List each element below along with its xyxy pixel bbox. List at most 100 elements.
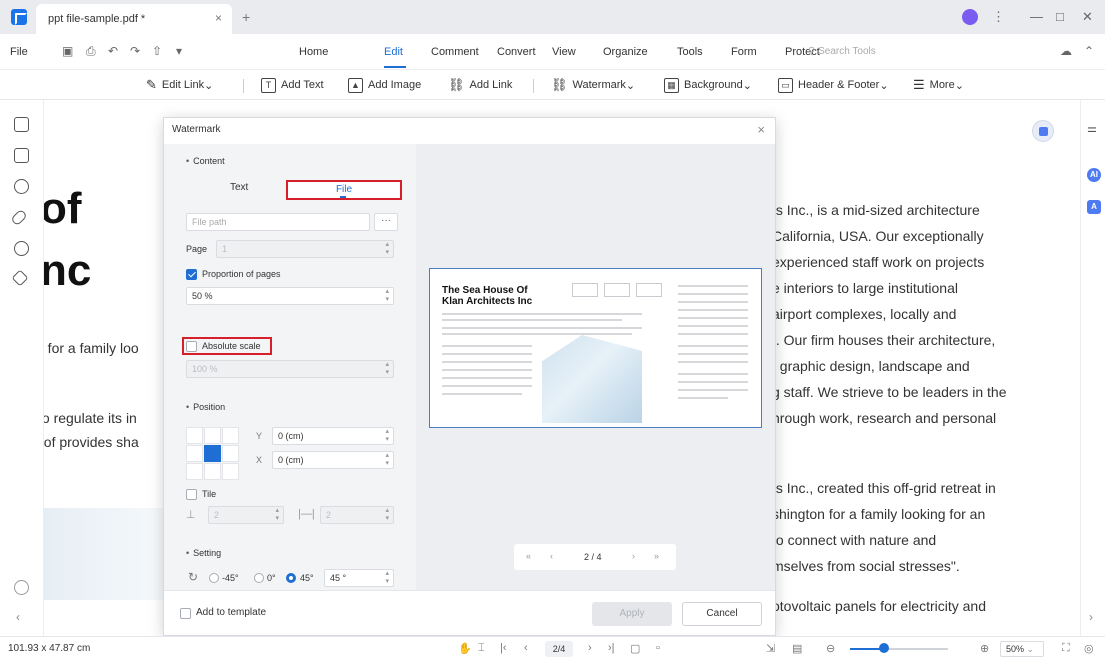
select-tool-icon[interactable]: ⌶ xyxy=(478,642,485,655)
watermark-button[interactable]: ⛓ Watermark ⌄ xyxy=(551,76,635,94)
browse-button[interactable]: ··· xyxy=(374,213,398,231)
rotate-neg45-radio[interactable] xyxy=(209,573,219,583)
hand-tool-icon[interactable]: ✋ xyxy=(458,642,472,655)
menu-view[interactable]: View xyxy=(552,46,576,58)
first-page-icon[interactable]: « xyxy=(526,551,531,561)
apply-button[interactable]: Apply xyxy=(592,602,672,626)
position-grid[interactable] xyxy=(186,427,240,481)
two-page-icon[interactable]: ▫ xyxy=(656,642,660,654)
absolute-scale-checkbox[interactable] xyxy=(186,341,197,352)
last-page-icon[interactable]: » xyxy=(654,551,659,561)
close-window-icon[interactable]: ✕ xyxy=(1082,9,1093,25)
tile-cols-field[interactable]: 2 ▴ ▾ xyxy=(320,506,394,524)
share-icon[interactable]: ⇧ xyxy=(152,44,162,58)
bookmark-icon[interactable] xyxy=(14,148,29,163)
menu-form[interactable]: Form xyxy=(731,46,757,58)
next-page-icon[interactable]: › xyxy=(632,551,635,561)
position-cell-center[interactable] xyxy=(204,445,221,462)
zoom-level-select[interactable]: 50% ⌄ xyxy=(1000,641,1044,657)
stepper-icon[interactable]: ▴ ▾ xyxy=(275,507,279,523)
zoom-slider-handle[interactable] xyxy=(879,643,890,653)
minimize-icon[interactable]: — xyxy=(1030,9,1043,24)
x-offset-field[interactable]: 0 (cm) ▴ ▾ xyxy=(272,451,394,469)
next-page-icon[interactable]: › xyxy=(588,642,592,654)
page-layout-icon[interactable]: ▤ xyxy=(792,642,802,655)
new-tab-icon[interactable]: + xyxy=(242,9,250,25)
edit-link-button[interactable]: ✎ Edit Link ⌄ xyxy=(146,76,213,94)
more-icon[interactable]: ⋮ xyxy=(992,9,1005,25)
stepper-icon[interactable]: ▴ ▾ xyxy=(385,428,389,444)
menu-tools[interactable]: Tools xyxy=(677,46,703,58)
header-footer-button[interactable]: ▭ Header & Footer ⌄ xyxy=(778,76,889,94)
menu-organize[interactable]: Organize xyxy=(603,46,648,58)
dialog-close-icon[interactable]: × xyxy=(757,122,765,137)
first-page-icon[interactable]: |‹ xyxy=(500,642,507,654)
settings-icon[interactable]: ◎ xyxy=(1084,642,1094,655)
tab-close-icon[interactable]: × xyxy=(215,11,222,25)
tile-rows-field[interactable]: 2 ▴ ▾ xyxy=(208,506,284,524)
tile-checkbox[interactable] xyxy=(186,489,197,500)
rotate-45-radio[interactable] xyxy=(286,573,296,583)
tab-file[interactable]: File xyxy=(286,180,402,200)
page-number-field[interactable]: 2/4 xyxy=(545,641,573,657)
proportion-field[interactable]: 50 % ▴ ▾ xyxy=(186,287,394,305)
fullscreen-icon[interactable]: ⛶ xyxy=(1062,642,1070,655)
last-page-icon[interactable]: ›| xyxy=(608,642,615,654)
reading-mode-icon[interactable]: ⇲ xyxy=(766,642,775,655)
menu-home[interactable]: Home xyxy=(299,46,328,58)
prev-page-icon[interactable]: ‹ xyxy=(550,551,553,561)
zoom-out-icon[interactable]: ⊖ xyxy=(826,642,835,655)
file-path-field[interactable]: File path xyxy=(186,213,370,231)
fit-page-icon[interactable]: ▢ xyxy=(630,642,640,655)
add-to-template-checkbox[interactable] xyxy=(180,608,191,619)
stepper-icon[interactable]: ▴ ▾ xyxy=(385,570,389,586)
save-icon[interactable]: ▣ xyxy=(62,44,73,58)
background-button[interactable]: ▦ Background ⌄ xyxy=(664,76,752,94)
add-link-button[interactable]: ⛓ Add Link xyxy=(448,76,512,94)
page-field[interactable]: 1 ▴ ▾ xyxy=(216,240,394,258)
rotation-field[interactable]: 45 ° ▴ ▾ xyxy=(324,569,394,587)
collapse-right-icon[interactable]: › xyxy=(1089,610,1093,624)
add-image-button[interactable]: ▲ Add Image xyxy=(348,76,421,94)
position-cell[interactable] xyxy=(222,427,239,444)
collapse-icon[interactable]: ⌃ xyxy=(1084,44,1094,58)
ai-assistant-icon[interactable]: AI xyxy=(1087,168,1101,182)
prev-page-icon[interactable]: ‹ xyxy=(524,642,528,654)
dropdown-icon[interactable]: ▾ xyxy=(176,44,182,58)
position-cell[interactable] xyxy=(186,445,203,462)
search-panel-icon[interactable] xyxy=(14,241,29,256)
y-offset-field[interactable]: 0 (cm) ▴ ▾ xyxy=(272,427,394,445)
stepper-icon[interactable]: ▴ ▾ xyxy=(385,361,389,377)
search-tools-input[interactable]: ⚲ Search Tools xyxy=(808,46,876,57)
maximize-icon[interactable]: □ xyxy=(1056,9,1064,24)
layers-icon[interactable] xyxy=(11,269,29,287)
position-cell[interactable] xyxy=(186,463,203,480)
cloud-icon[interactable]: ☁ xyxy=(1060,44,1072,58)
zoom-slider-track[interactable] xyxy=(850,648,948,650)
stepper-icon[interactable]: ▴ ▾ xyxy=(385,452,389,468)
proportion-checkbox[interactable] xyxy=(186,269,197,280)
tab-text[interactable]: Text xyxy=(230,182,248,193)
stepper-icon[interactable]: ▴ ▾ xyxy=(385,288,389,304)
comment-icon[interactable] xyxy=(14,179,29,194)
collapse-left-icon[interactable]: ‹ xyxy=(16,610,20,624)
zoom-in-icon[interactable]: ⊕ xyxy=(980,642,989,655)
undo-icon[interactable]: ↶ xyxy=(108,44,118,58)
properties-icon[interactable]: ⚌ xyxy=(1087,122,1097,135)
help-icon[interactable] xyxy=(14,580,29,595)
position-cell[interactable] xyxy=(186,427,203,444)
position-cell[interactable] xyxy=(222,463,239,480)
menu-edit[interactable]: Edit xyxy=(384,46,403,58)
position-cell[interactable] xyxy=(222,445,239,462)
more-button[interactable]: ☰ More ⌄ xyxy=(913,76,964,94)
menu-convert[interactable]: Convert xyxy=(497,46,536,58)
rotate-0-radio[interactable] xyxy=(254,573,264,583)
print-icon[interactable]: ⎙ xyxy=(86,44,96,59)
pages-icon[interactable] xyxy=(14,117,29,132)
menu-file[interactable]: File xyxy=(10,46,28,58)
position-cell[interactable] xyxy=(204,463,221,480)
add-text-button[interactable]: T Add Text xyxy=(261,76,324,94)
cancel-button[interactable]: Cancel xyxy=(682,602,762,626)
menu-comment[interactable]: Comment xyxy=(431,46,479,58)
absolute-scale-field[interactable]: 100 % ▴ ▾ xyxy=(186,360,394,378)
